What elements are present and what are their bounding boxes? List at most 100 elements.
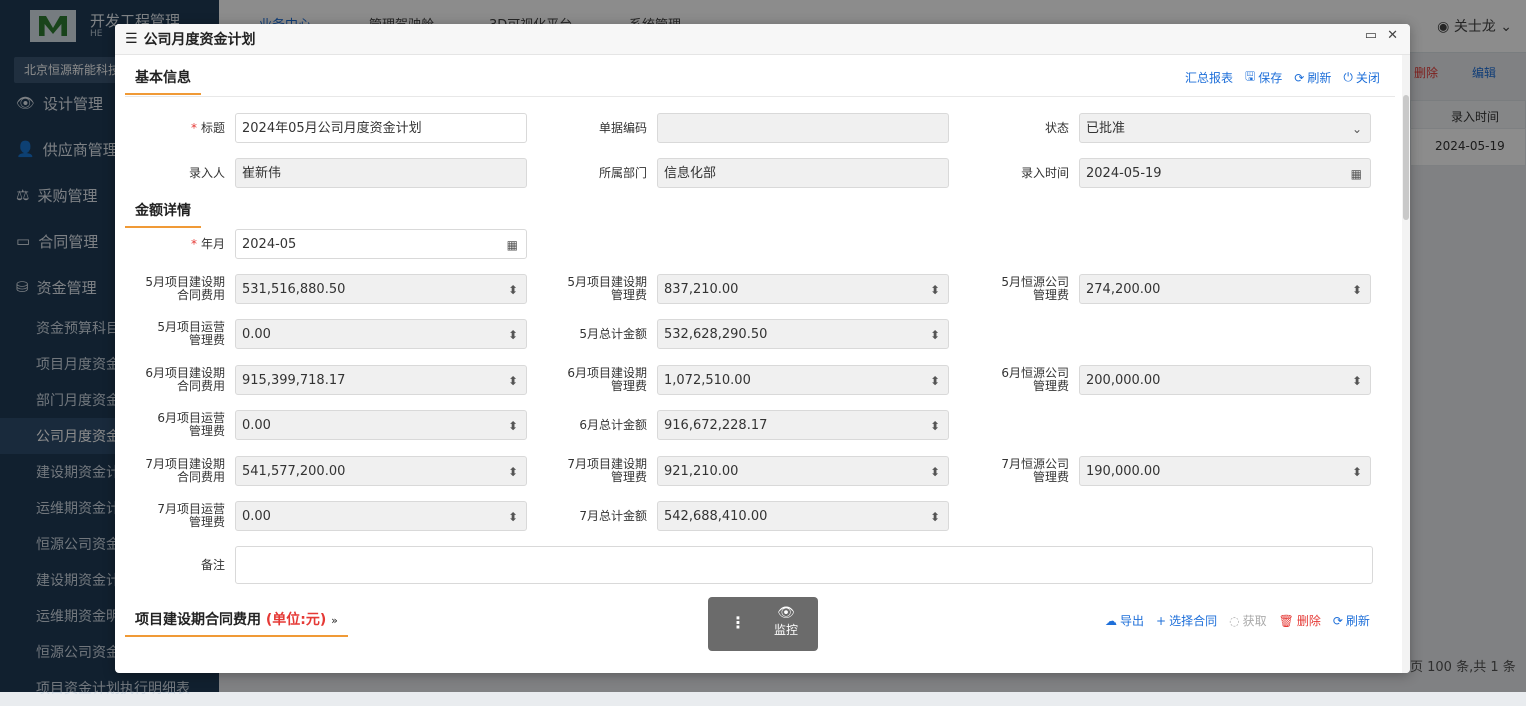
refresh-button[interactable]: ⟳ 刷新 [1333,612,1370,629]
stepper-icon[interactable]: ⬍ [508,320,518,348]
stepper-icon[interactable]: ⬍ [930,411,940,439]
delete-button[interactable]: 🗑 删除 [1279,612,1321,629]
stepper-icon[interactable]: ⬍ [930,366,940,394]
stepper-icon[interactable]: ⬍ [508,457,518,485]
menu-icon: ☰ [125,31,138,47]
amount-input[interactable]: 0.00 ⬍ [235,319,527,350]
stepper-icon[interactable]: ⬍ [930,275,940,303]
save-icon: 🖫 [1245,69,1256,83]
amount-label: 6月项目运营 管理费 [157,411,225,439]
amount-label: 6月恒源公司 管理费 [1001,365,1069,393]
section-contract-title: 项目建设期合同费用 (单位:元) » [125,609,348,637]
amount-label: 5月项目建设期 管理费 [567,275,647,302]
stepper-icon[interactable]: ⬍ [508,502,518,530]
dialog-body: 基本信息 汇总报表 🖫 保存 ⟳ 刷新 ⏻ 关闭 * 标题 2024年05月公司月度资金… [115,55,1402,673]
select-contract-button[interactable]: + 选择合同 [1156,612,1217,629]
save-button[interactable]: 🖫 保存 [1245,67,1282,88]
amount-input[interactable]: 0.00 ⬍ [235,410,527,441]
calendar-icon: ▦ [1350,167,1362,181]
amount-label: 7月项目建设期 管理费 [567,456,647,484]
monitor-widget[interactable]: ⋮ 👁 监控 [708,597,818,651]
amount-label: 5月恒源公司 管理费 [1001,275,1069,302]
grid-actions: ☁ 导出 + 选择合同 ◌ 获取 🗑 删除 ⟳ 刷新 [1105,612,1370,629]
year-month-input[interactable]: 2024-05 ▦ [235,229,527,259]
stepper-icon[interactable]: ⬍ [930,502,940,530]
code-label: 单据编码 [598,121,647,135]
section-amount-title: 金额详情 [125,200,201,228]
dept-input[interactable]: 信息化部 [657,158,949,188]
dialog-header: ☰ 公司月度资金计划 ▭ ✕ [115,24,1410,55]
amount-input[interactable]: 1,072,510.00 ⬍ [657,364,949,395]
section-basic-title: 基本信息 [125,67,201,95]
trash-icon: 🗑 [1278,613,1294,628]
time-label: 录入时间 [1020,166,1069,180]
monitor-label: 监控 [773,623,798,637]
divider [125,96,1395,97]
amount-input[interactable]: 921,210.00 ⬍ [657,455,949,486]
stepper-icon[interactable]: ⬍ [930,320,940,348]
title-label: * 标题 [190,121,225,135]
amount-input[interactable]: 541,577,200.00 ⬍ [235,455,527,486]
amount-input[interactable]: 0.00 ⬍ [235,501,527,531]
amount-label: 7月项目运营 管理费 [157,502,225,529]
amount-label: 7月总计金额 [579,509,647,523]
export-button[interactable]: ☁ 导出 [1105,612,1144,629]
title-input[interactable]: 2024年05月公司月度资金计划 [235,113,527,143]
chevron-down-icon: ⌄ [1351,122,1362,136]
status-label: 状态 [1044,121,1069,135]
remark-label: 备注 [200,558,225,572]
amount-input[interactable]: 531,516,880.50 ⬍ [235,274,527,304]
refresh-icon: ⟳ [1332,613,1343,628]
amount-input[interactable]: 915,399,718.17 ⬍ [235,364,527,395]
amount-label: 5月总计金额 [579,327,647,342]
fetch-button[interactable]: ◌ 获取 [1229,612,1267,629]
amount-label: 6月项目建设期 管理费 [567,365,647,393]
plus-icon: + [1156,613,1167,628]
maximize-icon[interactable]: ▭ [1365,28,1377,43]
amount-input[interactable]: 916,672,228.17 ⬍ [657,410,949,441]
form-actions: 汇总报表 🖫 保存 ⟳ 刷新 ⏻ 关闭 [1185,67,1380,88]
stepper-icon[interactable]: ⬍ [1352,457,1362,485]
code-input[interactable] [657,113,949,143]
creator-label: 录入人 [188,166,225,180]
creator-input[interactable]: 崔新伟 [235,158,527,188]
more-icon[interactable]: ⋮ [730,613,746,632]
vertical-scrollbar[interactable] [1402,55,1410,673]
refresh-button[interactable]: ⟳ 刷新 [1294,67,1331,88]
stepper-icon[interactable]: ⬍ [1352,275,1362,303]
scrollbar-thumb[interactable] [1403,95,1409,220]
stepper-icon[interactable]: ⬍ [508,275,518,303]
cloud-upload-icon: ☁ [1105,613,1117,628]
time-input[interactable]: 2024-05-19 ▦ [1079,158,1371,188]
stepper-icon[interactable]: ⬍ [1352,366,1362,394]
dept-label: 所属部门 [598,166,647,180]
monitor-icon: 👁 [777,605,795,621]
stepper-icon[interactable]: ⬍ [930,457,940,485]
dialog-title: 公司月度资金计划 [143,32,256,48]
amount-input[interactable]: 532,628,290.50 ⬍ [657,319,949,350]
amount-label: 6月总计金额 [579,418,647,433]
amount-label: 5月项目运营 管理费 [157,320,225,348]
amount-label: 7月恒源公司 管理费 [1001,456,1069,484]
year-month-label: * 年月 [190,237,225,251]
amount-label: 5月项目建设期 合同费用 [145,275,225,302]
calendar-icon: ▦ [506,238,518,252]
fetch-icon: ◌ [1229,613,1240,628]
refresh-icon: ⟳ [1294,70,1305,85]
amount-input[interactable]: 200,000.00 ⬍ [1079,364,1371,395]
amount-input[interactable]: 274,200.00 ⬍ [1079,274,1371,304]
close-button[interactable]: ⏻ 关闭 [1343,67,1380,88]
stepper-icon[interactable]: ⬍ [508,366,518,394]
fund-plan-dialog: ☰ 公司月度资金计划 ▭ ✕ 基本信息 汇总报表 🖫 保存 ⟳ 刷新 ⏻ 关闭 * 标题… [115,24,1410,673]
amount-label: 6月项目建设期 合同费用 [145,365,225,393]
amount-input[interactable]: 190,000.00 ⬍ [1079,455,1371,486]
close-icon[interactable]: ✕ [1387,28,1398,43]
status-select[interactable]: 已批准 ⌄ [1079,113,1371,143]
power-icon: ⏻ [1343,70,1353,84]
stepper-icon[interactable]: ⬍ [508,411,518,439]
report-button[interactable]: 汇总报表 [1185,67,1233,88]
amount-input[interactable]: 837,210.00 ⬍ [657,274,949,304]
amount-label: 7月项目建设期 合同费用 [145,456,225,484]
amount-input[interactable]: 542,688,410.00 ⬍ [657,501,949,531]
remark-input[interactable] [235,546,1373,584]
